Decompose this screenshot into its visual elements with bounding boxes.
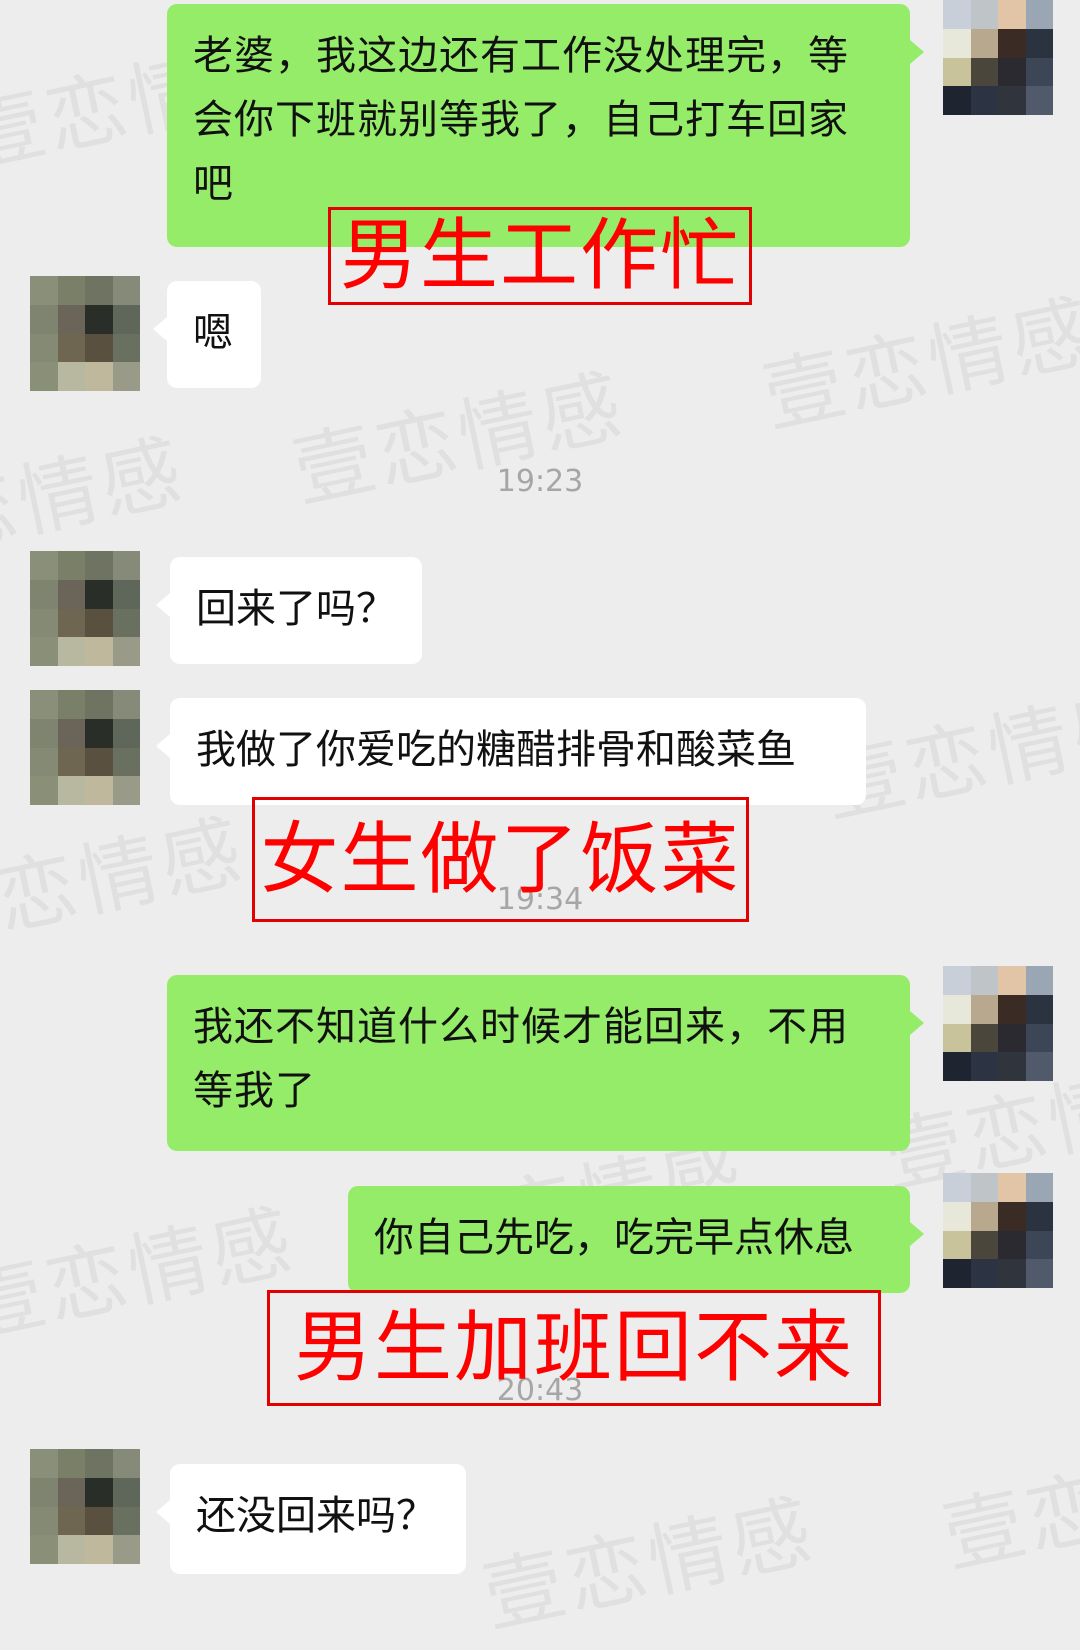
- message-bubble-sent[interactable]: 你自己先吃，吃完早点休息: [348, 1186, 924, 1293]
- annotation-text: 男生工作忙: [339, 211, 740, 301]
- watermark-text: 壹恋情感: [0, 803, 254, 965]
- message-text: 回来了吗？: [196, 586, 396, 632]
- my-avatar[interactable]: [943, 1173, 1053, 1288]
- annotation-label: 男生加班回不来: [267, 1290, 881, 1406]
- my-avatar[interactable]: [943, 0, 1053, 115]
- message-text: 你自己先吃，吃完早点休息: [374, 1215, 854, 1261]
- annotation-label: 男生工作忙: [328, 207, 752, 305]
- message-bubble-received[interactable]: 我做了你爱吃的糖醋排骨和酸菜鱼: [156, 698, 866, 805]
- contact-avatar[interactable]: [30, 276, 140, 391]
- message-bubble-sent[interactable]: 我还不知道什么时候才能回来，不用等我了: [167, 975, 924, 1151]
- watermark-text: 壹恋情感: [0, 1193, 304, 1355]
- my-avatar[interactable]: [943, 966, 1053, 1081]
- message-bubble-received[interactable]: 嗯: [153, 281, 261, 388]
- contact-avatar[interactable]: [30, 1449, 140, 1564]
- message-text: 嗯: [193, 310, 233, 356]
- annotation-text: 女生做了饭菜: [260, 814, 741, 905]
- watermark-text: 壹恋情感: [475, 1483, 824, 1645]
- watermark-text: 壹恋情感: [935, 1423, 1080, 1585]
- contact-avatar[interactable]: [30, 690, 140, 805]
- message-text: 老婆，我这边还有工作没处理完，等会你下班就别等我了，自己打车回家吧: [193, 33, 849, 207]
- contact-avatar[interactable]: [30, 551, 140, 666]
- message-text: 还没回来吗？: [196, 1493, 436, 1539]
- annotation-label: 女生做了饭菜: [252, 797, 749, 922]
- message-text: 我还不知道什么时候才能回来，不用等我了: [193, 1004, 849, 1114]
- timestamp: 19:23: [496, 464, 584, 499]
- message-bubble-received[interactable]: 回来了吗？: [156, 557, 422, 664]
- message-bubble-received[interactable]: 还没回来吗？: [156, 1464, 466, 1574]
- watermark-text: 壹恋情感: [755, 283, 1080, 445]
- message-text: 我做了你爱吃的糖醋排骨和酸菜鱼: [196, 727, 796, 773]
- annotation-text: 男生加班回不来: [293, 1303, 854, 1393]
